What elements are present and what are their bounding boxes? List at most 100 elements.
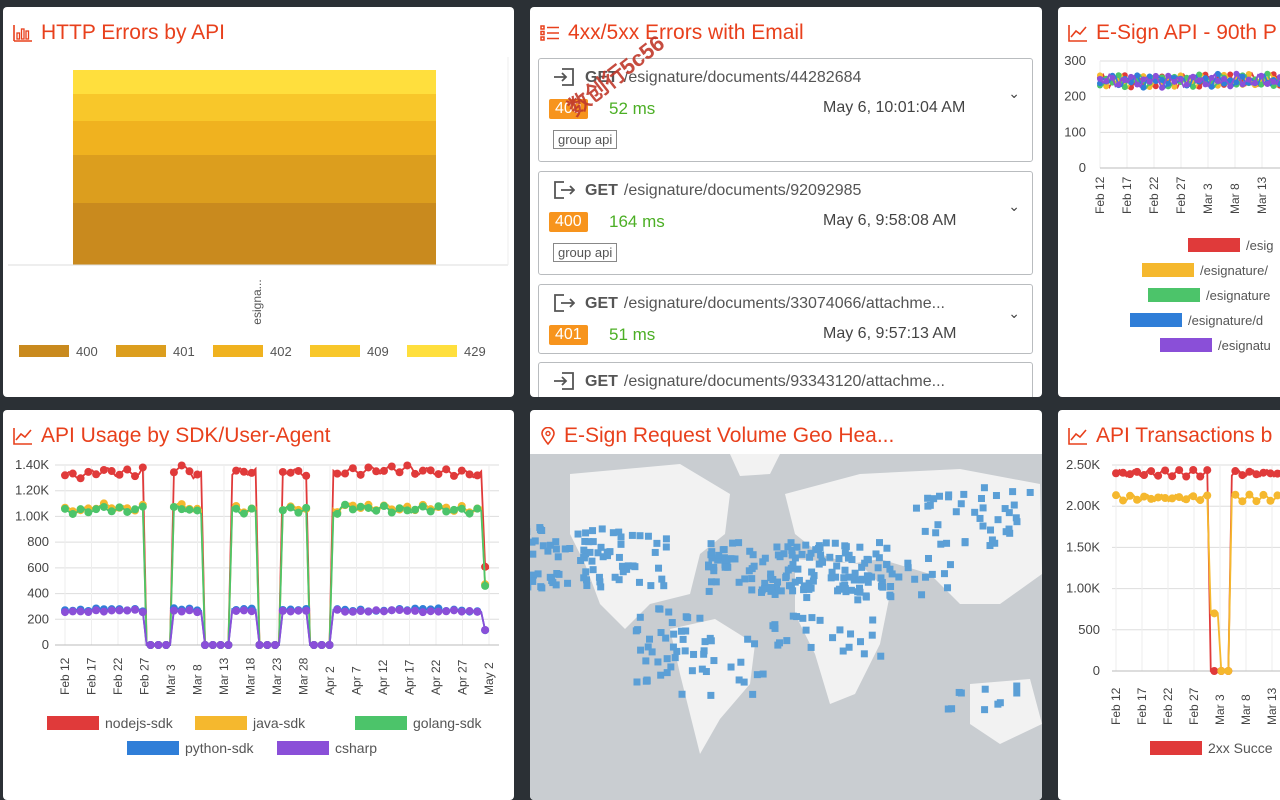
data-point [61,504,69,513]
heat-point [841,585,849,593]
data-point [325,641,334,649]
legend-label[interactable]: /esignature [1206,288,1270,303]
data-point [84,608,93,617]
heat-point [1013,689,1021,697]
heat-point [597,583,605,591]
x-tick-label: Mar 8 [1228,183,1242,214]
data-point [348,464,357,473]
bar-segment-401 [73,155,436,203]
legend-label[interactable]: 2xx Succe [1208,740,1273,756]
y-tick-label: 800 [27,534,49,549]
heat-point [979,504,987,512]
heat-point [855,584,863,592]
data-point [1147,467,1156,476]
x-tick-label: esigna... [250,279,264,324]
legend-label[interactable]: java-sdk [252,715,306,731]
x-tick-label: Mar 23 [270,657,284,695]
data-point [1233,70,1240,77]
data-point [418,466,427,475]
chevron-down-icon[interactable]: ⌄ [1008,85,1020,102]
data-point [364,503,373,512]
line-chart-icon [1068,25,1087,42]
y-tick-label: 2.50K [1066,457,1100,472]
chevron-down-icon[interactable]: ⌄ [1008,305,1020,322]
legend-label[interactable]: python-sdk [185,740,254,756]
heat-point [851,569,859,577]
data-point [1147,494,1156,503]
data-point [92,606,101,615]
heat-point [808,614,816,622]
data-point [185,505,194,514]
heat-point [536,524,544,532]
geo-map[interactable] [530,454,1042,800]
data-point [302,503,311,512]
data-point [224,641,233,649]
heat-point [679,635,687,643]
heat-point [1002,528,1010,536]
x-tick-label: Feb 27 [1174,176,1188,214]
legend-label[interactable]: /esignatu [1218,338,1271,353]
data-point [1182,472,1191,481]
heat-point [561,545,569,553]
legend-label[interactable]: nodejs-sdk [105,715,174,731]
heat-point [588,557,596,565]
heat-point [895,573,903,581]
heat-point [564,579,572,587]
chevron-down-icon[interactable]: ⌄ [1008,198,1020,215]
data-point [247,607,256,616]
heat-point [826,553,834,561]
x-tick-label: Apr 27 [456,659,470,695]
legend-swatch [310,345,360,357]
legend-label[interactable]: 400 [76,344,98,359]
legend-label[interactable]: /esignature/d [1188,313,1263,328]
legend-label[interactable]: 409 [367,344,389,359]
heat-point [759,670,767,678]
x-tick-label: Apr 12 [376,659,390,695]
legend-label[interactable]: 401 [173,344,195,359]
data-point [356,607,365,616]
heat-point [952,508,960,516]
data-point [76,474,85,483]
heat-point [816,616,824,624]
data-point [457,466,466,475]
heat-point [617,540,625,548]
error-item[interactable]: GET/esignature/documents/93343120/attach… [538,362,1033,397]
heat-point [858,563,866,571]
legend-label[interactable]: /esig [1246,238,1273,253]
legend-swatch [1148,288,1200,302]
data-point [1252,470,1261,479]
legend-label[interactable]: golang-sdk [413,715,482,731]
error-item[interactable]: GET/esignature/documents/92092985 400 16… [538,171,1033,275]
legend-label[interactable]: csharp [335,740,377,756]
heat-point [646,635,654,643]
data-point [169,502,178,511]
legend-swatch [19,345,69,357]
data-point [185,606,194,615]
duration: 51 ms [609,325,656,344]
error-item[interactable]: GET/esignature/documents/33074066/attach… [538,284,1033,354]
heat-point [700,650,708,658]
list-icon [540,25,559,41]
data-point [449,471,458,480]
data-point [1202,81,1209,88]
heat-point [688,667,696,675]
heat-point [615,553,623,561]
data-point [92,505,101,514]
esign-api-panel: E-Sign API - 90th P 0 100 200 300 Feb 12 Feb … [1058,7,1280,397]
heat-point [708,548,716,556]
data-point [84,467,93,476]
panel-title: E-Sign API - 90th P [1068,21,1277,45]
heat-point [798,550,806,558]
legend-label[interactable]: /esignature/ [1200,263,1268,278]
heat-point [887,583,895,591]
data-point [61,608,69,617]
heat-point [589,527,597,535]
legend-label[interactable]: 402 [270,344,292,359]
data-point [395,605,404,614]
data-point [271,641,280,649]
legend-label[interactable]: 429 [464,344,486,359]
line-chart-icon [1068,428,1087,445]
data-point [99,607,108,616]
panel-title: 4xx/5xx Errors with Email [540,21,804,45]
data-point [333,605,342,614]
